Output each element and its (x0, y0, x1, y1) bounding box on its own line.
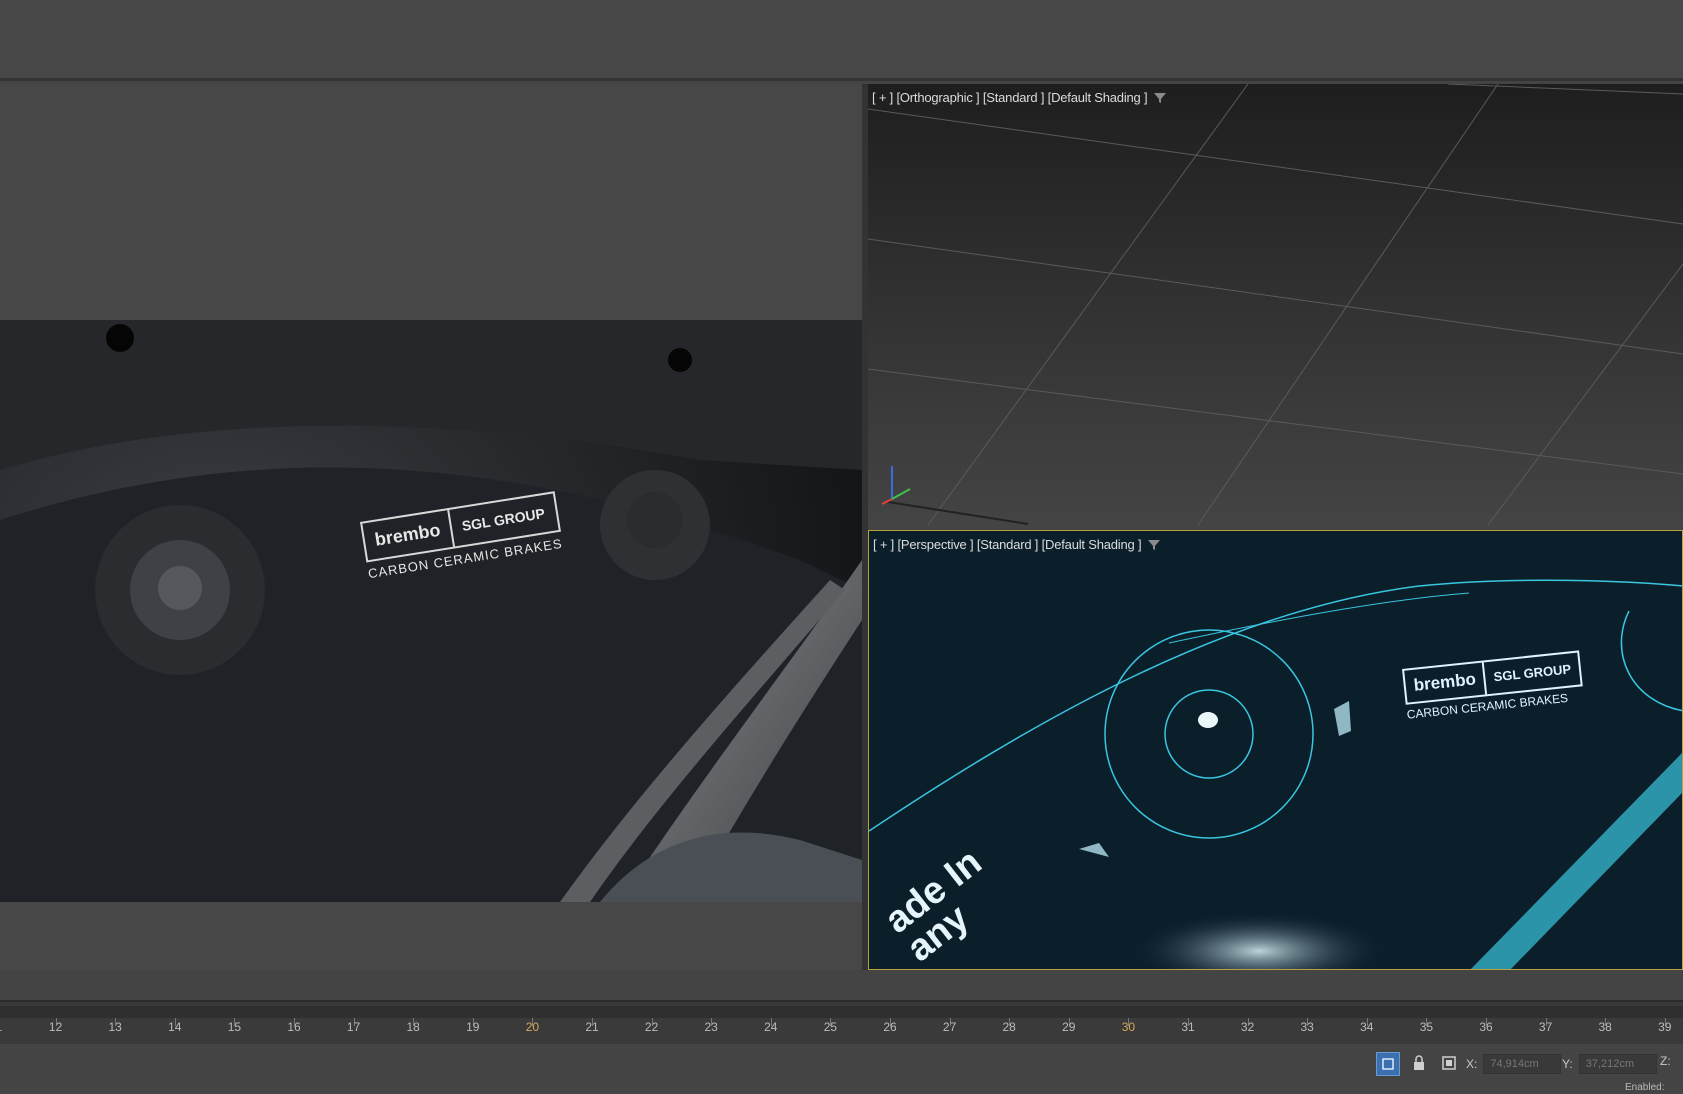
y-field[interactable]: 37,212cm (1578, 1054, 1657, 1074)
timeline-tick-label: 26 (883, 1020, 897, 1034)
timeline-tick-label: 28 (1002, 1020, 1016, 1034)
x-field[interactable]: 74,914cm (1483, 1054, 1562, 1074)
timeline-tick-label: 20 (525, 1020, 540, 1034)
timeline-tick-label: 27 (942, 1020, 957, 1034)
timeline-tick-label: 30 (1121, 1020, 1136, 1034)
timeline-tick-label: 33 (1300, 1020, 1314, 1034)
status-bar: X: 74,914cm Y: 37,212cm Z: Enabled: (0, 1044, 1683, 1094)
timeline-tick-label: 16 (287, 1020, 301, 1034)
rendered-image: brembo SGL GROUP CARBON CERAMIC BRAKES (0, 320, 862, 902)
timeline-tick-label: 31 (1181, 1020, 1195, 1034)
timeline-ruler[interactable]: 11 12 13 14 15 16 17 18 19 20 21 22 23 24 25 26 27 28 29 30… (0, 1000, 1683, 1046)
timeline-tick-label: 35 (1419, 1020, 1434, 1034)
x-coordinate: X: 74,914cm (1466, 1054, 1562, 1074)
viewport-orthographic[interactable]: [ + ] [Orthographic ] [Standard ] [Defau… (868, 84, 1683, 525)
timeline-tick-label: 37 (1538, 1020, 1553, 1034)
timeline-track[interactable] (0, 1006, 1683, 1018)
persp-label-text[interactable]: [ + ] [Perspective ] [Standard ] [Defaul… (873, 537, 1142, 552)
timeline-tick-label: 36 (1479, 1020, 1493, 1034)
timeline-tick-label: 11 (0, 1020, 2, 1034)
timeline-tick-label: 22 (644, 1020, 659, 1034)
timeline-tick-label: 25 (823, 1020, 838, 1034)
timeline-tick-label: 24 (764, 1020, 778, 1034)
filter-icon[interactable] (1147, 538, 1161, 552)
filter-icon[interactable] (1153, 91, 1167, 105)
timeline-tick-label: 13 (108, 1020, 122, 1034)
timeline-tick-label: 38 (1598, 1020, 1612, 1034)
timeline-tick-label: 34 (1360, 1020, 1374, 1034)
transform-mode-icon[interactable] (1438, 1052, 1460, 1074)
timeline-tick-label: 29 (1062, 1020, 1076, 1034)
timeline-tick-label: 18 (406, 1020, 420, 1034)
x-label: X: (1466, 1057, 1478, 1071)
enabled-label: Enabled: (1625, 1082, 1665, 1093)
ortho-grid (868, 84, 1683, 525)
perspective-viewport-label[interactable]: [ + ] [Perspective ] [Standard ] [Defaul… (873, 537, 1161, 552)
rendered-frame-window: brembo SGL GROUP CARBON CERAMIC BRAKES (0, 84, 862, 970)
persp-brand-left: brembo (1412, 669, 1477, 695)
timeline-tick-label: 12 (48, 1020, 63, 1034)
timeline-tick-label: 21 (585, 1020, 599, 1034)
timeline-tick-label: 39 (1658, 1020, 1672, 1034)
z-coordinate: Z: (1660, 1054, 1671, 1068)
timeline-tick-label: 19 (466, 1020, 480, 1034)
timeline-tick-label: 23 (704, 1020, 718, 1034)
z-label: Z: (1660, 1054, 1671, 1068)
brake-render-graphic (0, 320, 862, 902)
ortho-viewport-label[interactable]: [ + ] [Orthographic ] [Standard ] [Defau… (872, 90, 1167, 105)
timeline-tick-label: 15 (227, 1020, 242, 1034)
ortho-label-text[interactable]: [ + ] [Orthographic ] [Standard ] [Defau… (872, 90, 1148, 105)
timeline-tick-label: 32 (1240, 1020, 1255, 1034)
top-toolbar (0, 0, 1683, 81)
y-label: Y: (1562, 1057, 1573, 1071)
timeline-tick-label: 14 (168, 1020, 182, 1034)
timeline-tick-label: 17 (346, 1020, 361, 1034)
selection-lock-icon[interactable] (1376, 1052, 1400, 1076)
persp-brand-right: SGL GROUP (1482, 652, 1581, 695)
viewport-perspective[interactable]: [ + ] [Perspective ] [Standard ] [Defaul… (868, 530, 1683, 970)
y-coordinate: Y: 37,212cm (1562, 1054, 1657, 1074)
lock-icon[interactable] (1408, 1052, 1430, 1074)
